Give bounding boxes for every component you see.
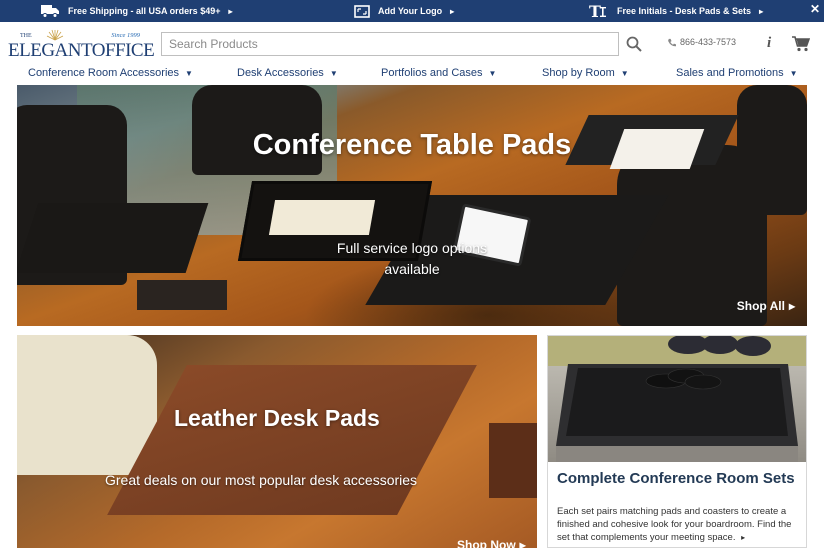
hero-pad-photo: [137, 280, 227, 310]
site-header: THE Since 1999 ELEGANTOFFICE 866-433-757…: [0, 22, 824, 64]
svg-text:T: T: [589, 3, 601, 19]
nav-shop-by-room[interactable]: Shop by Room ▼: [542, 67, 629, 79]
info-icon[interactable]: i: [767, 35, 771, 52]
search-box: [161, 32, 619, 56]
search-icon[interactable]: [626, 36, 642, 52]
phone-link[interactable]: 866-433-7573: [667, 37, 736, 47]
tile-chair-photo: [17, 335, 157, 475]
caret-down-icon: ▼: [620, 68, 629, 78]
logo-wordmark: ELEGANTOFFICE: [8, 40, 155, 61]
phone-icon: [668, 38, 676, 46]
chevron-right-icon[interactable]: ▸: [741, 533, 745, 542]
truck-icon: [41, 5, 59, 18]
nav-sales-and-promotions[interactable]: Sales and Promotions ▼: [676, 67, 798, 79]
nav-desk-accessories[interactable]: Desk Accessories ▼: [237, 67, 338, 79]
nav-label: Portfolios and Cases: [381, 67, 483, 79]
hero-shop-all-link[interactable]: Shop All ▸: [737, 299, 795, 313]
promo-add-logo-label: Add Your Logo: [378, 6, 443, 16]
caret-down-icon: ▼: [789, 68, 798, 78]
search-input[interactable]: [162, 33, 618, 55]
nav-label: Sales and Promotions: [676, 67, 784, 79]
leather-desk-pads-title: Leather Desk Pads: [174, 405, 380, 431]
logo-the: THE: [20, 33, 32, 39]
caret-down-icon: ▼: [488, 68, 497, 78]
promo-add-logo[interactable]: Add Your Logo ▸: [354, 0, 454, 22]
nav-conference-room-accessories[interactable]: Conference Room Accessories ▼: [28, 67, 193, 79]
tile-desk-pad-photo: [107, 365, 477, 515]
chevron-right-icon: ▸: [450, 6, 455, 16]
chevron-right-icon: ▸: [759, 6, 764, 16]
shop-now-label: Shop Now: [457, 538, 516, 548]
hero-paper-photo: [268, 200, 376, 235]
promo-free-shipping-label: Free Shipping - all USA orders $49+: [68, 6, 221, 16]
nav-label: Shop by Room: [542, 67, 615, 79]
hero-title: Conference Table Pads: [252, 129, 572, 161]
nav-portfolios-and-cases[interactable]: Portfolios and Cases ▼: [381, 67, 496, 79]
main-nav: Conference Room Accessories ▼ Desk Acces…: [0, 64, 824, 84]
shop-now-link[interactable]: Shop Now ▸: [457, 538, 526, 548]
nav-label: Conference Room Accessories: [28, 67, 180, 79]
chevron-right-icon: ▸: [519, 538, 526, 548]
leather-desk-pads-tile[interactable]: Leather Desk Pads Great deals on our mos…: [17, 335, 537, 548]
close-icon[interactable]: ✕: [810, 2, 820, 16]
promo-bar: Free Shipping - all USA orders $49+ ▸ Ad…: [0, 0, 824, 22]
conference-set-photo: [548, 336, 806, 462]
promo-free-initials[interactable]: T Free Initials - Desk Pads & Sets ▸: [589, 0, 763, 22]
conference-sets-description-text: Each set pairs matching pads and coaster…: [557, 506, 792, 543]
conference-sets-description: Each set pairs matching pads and coaster…: [557, 505, 801, 544]
caret-down-icon: ▼: [329, 68, 338, 78]
phone-number: 866-433-7573: [680, 37, 737, 47]
conference-room-sets-tile[interactable]: Complete Conference Room Sets Each set p…: [547, 335, 807, 548]
logo-frame-icon: [354, 4, 370, 18]
logo-since: Since 1999: [111, 32, 140, 39]
chevron-right-icon: ▸: [788, 299, 795, 313]
initials-icon: T: [589, 3, 606, 19]
conference-sets-title: Complete Conference Room Sets: [557, 470, 795, 487]
hero-cta-label: Shop All: [736, 299, 785, 313]
hero-subtitle: Full service logo options available: [336, 240, 488, 277]
nav-label: Desk Accessories: [237, 67, 324, 79]
tile-pen-holder-photo: [489, 423, 537, 498]
hero-banner[interactable]: Conference Table Pads Full service logo …: [17, 85, 807, 326]
site-logo[interactable]: THE Since 1999 ELEGANTOFFICE: [8, 29, 155, 61]
promo-free-initials-label: Free Initials - Desk Pads & Sets: [617, 6, 752, 16]
hero-pad-photo: [17, 203, 209, 273]
chevron-right-icon: ▸: [228, 6, 233, 16]
conference-set-illustration: [548, 336, 806, 462]
caret-down-icon: ▼: [185, 68, 193, 78]
cart-icon[interactable]: [792, 36, 810, 52]
leather-desk-pads-subtitle: Great deals on our most popular desk acc…: [105, 472, 418, 488]
promo-free-shipping[interactable]: Free Shipping - all USA orders $49+ ▸: [40, 0, 232, 22]
